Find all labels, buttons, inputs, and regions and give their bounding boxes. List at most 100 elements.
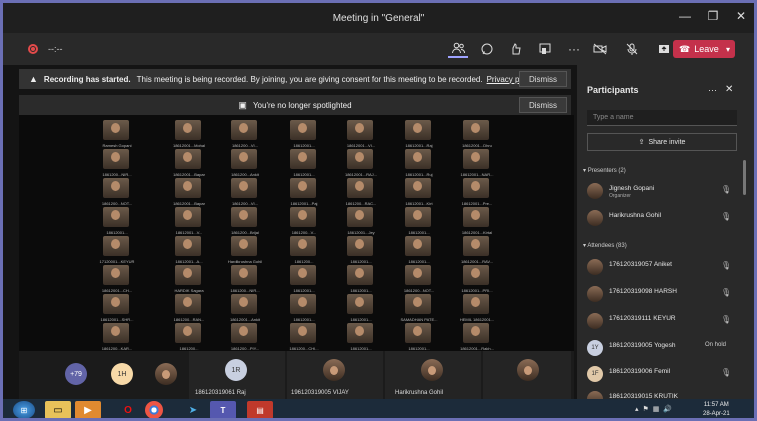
video-tile[interactable]: 1861200...Ankit xyxy=(219,148,271,177)
video-tile[interactable]: 18612001...Raj xyxy=(393,119,445,148)
video-tile[interactable]: 18612001... xyxy=(278,264,330,293)
pictures-icon[interactable]: ▤ xyxy=(247,401,273,418)
video-tile[interactable]: 18612001... xyxy=(278,119,330,148)
dismiss-spotlight-button[interactable]: Dismiss xyxy=(519,97,567,113)
participants-icon[interactable] xyxy=(448,40,468,58)
strip-tile-raj[interactable]: 1R 186120319061 Raj xyxy=(189,351,285,399)
video-tile[interactable]: 18612001...A... xyxy=(163,235,215,264)
video-tile[interactable]: 18612001...RAV... xyxy=(451,235,503,264)
system-tray[interactable]: ▴ ⚑ ▦ 🔊 xyxy=(635,405,672,413)
participant-search-input[interactable]: Type a name xyxy=(587,110,737,126)
video-tile[interactable]: 1861200... xyxy=(163,322,215,351)
participant-row[interactable]: 176120319098 HARSH 🎙 xyxy=(587,284,737,304)
video-tile[interactable]: 18612001...Ankit xyxy=(219,293,271,322)
video-tile[interactable]: 18612001...RAJ... xyxy=(335,148,387,177)
avatar-photo[interactable] xyxy=(155,363,177,385)
panel-close-icon[interactable]: ✕ xyxy=(725,84,733,95)
strip-tile-vijay[interactable]: 196120319005 VIJAY xyxy=(287,351,383,399)
video-tile[interactable]: 18612001...Paj xyxy=(278,177,330,206)
restore-button[interactable]: ❐ xyxy=(706,9,720,23)
system-clock[interactable]: 11:57 AM 28-Apr-21 xyxy=(703,401,730,418)
dismiss-recording-button[interactable]: Dismiss xyxy=(519,71,567,87)
video-tile[interactable]: 18612001... xyxy=(335,264,387,293)
reactions-icon[interactable] xyxy=(506,40,526,58)
presenters-section[interactable]: ▾ Presenters (2) xyxy=(583,167,626,174)
chat-icon[interactable] xyxy=(477,40,497,58)
video-tile[interactable]: 18612001... xyxy=(393,322,445,351)
close-window-button[interactable]: ✕ xyxy=(734,9,748,23)
video-tile[interactable]: 1861200...NIR... xyxy=(91,148,143,177)
strip-tile-harikrushna[interactable]: Harikrushna Gohil xyxy=(385,351,481,399)
volume-icon[interactable]: 🔊 xyxy=(663,405,672,413)
video-tile[interactable]: 18612001...CH... xyxy=(91,264,143,293)
tray-arrow-icon[interactable]: ▴ xyxy=(635,405,639,413)
rooms-icon[interactable] xyxy=(535,40,555,58)
opera-icon[interactable]: O xyxy=(115,401,141,418)
video-tile[interactable]: 18612001...VI... xyxy=(335,119,387,148)
camera-off-icon[interactable] xyxy=(590,40,610,58)
video-tile[interactable]: 18612001...Pre... xyxy=(451,177,503,206)
video-tile[interactable]: Hardikrushna Gohil xyxy=(219,235,271,264)
strip-tile-camera[interactable] xyxy=(483,351,571,399)
video-tile[interactable]: 18612001...Ruj xyxy=(393,148,445,177)
video-tile[interactable]: 1861200...KAR... xyxy=(91,322,143,351)
video-tile[interactable]: HARDIK Sagara xyxy=(163,264,215,293)
mic-off-icon[interactable] xyxy=(622,40,642,58)
participant-row[interactable]: 176120319057 Aniket 🎙 xyxy=(587,257,737,277)
participant-row[interactable]: Jignesh Gopani Organizer 🎙 xyxy=(587,181,737,201)
teams-icon[interactable]: T xyxy=(210,401,236,418)
panel-scrollbar[interactable] xyxy=(743,160,746,195)
video-tile[interactable]: 18612001... xyxy=(393,206,445,235)
participant-row[interactable]: 176120319111 KEYUR 🎙 xyxy=(587,311,737,331)
video-tile[interactable]: 18612001...Kirt xyxy=(393,177,445,206)
video-tile[interactable]: 1861200...PIY... xyxy=(219,322,271,351)
video-tile[interactable]: 18612001...NAR... xyxy=(451,148,503,177)
video-tile[interactable]: 1861200...CHI... xyxy=(278,322,330,351)
video-tile[interactable]: 1861200...Brijal xyxy=(219,206,271,235)
minimize-button[interactable]: — xyxy=(678,9,692,23)
share-screen-icon[interactable] xyxy=(654,40,674,58)
share-invite-button[interactable]: ⇪ Share invite xyxy=(587,133,737,151)
more-participants-badge[interactable]: +79 xyxy=(65,363,87,385)
video-tile[interactable]: 18612001... xyxy=(335,235,387,264)
video-tile[interactable]: 18612001...Kirtal xyxy=(451,206,503,235)
video-tile[interactable]: 18612001...PRI... xyxy=(451,264,503,293)
start-button[interactable]: ⊞ xyxy=(13,401,35,418)
video-tile[interactable]: 18612001... xyxy=(393,235,445,264)
video-tile[interactable]: 18612001... xyxy=(278,293,330,322)
more-actions-icon[interactable]: ··· xyxy=(564,40,584,58)
flag-icon[interactable]: ⚑ xyxy=(643,405,649,413)
file-explorer-icon[interactable]: ▭ xyxy=(45,401,71,418)
video-tile[interactable]: 18612001...Rakh... xyxy=(451,322,503,351)
video-tile[interactable]: 18612001... xyxy=(278,148,330,177)
video-tile[interactable]: 18612001...V... xyxy=(163,206,215,235)
attendees-section[interactable]: ▾ Attendees (83) xyxy=(583,242,627,249)
chrome-icon[interactable] xyxy=(145,401,163,418)
video-tile[interactable]: 1861200...RAN... xyxy=(163,293,215,322)
video-tile[interactable]: 18612001...Jey xyxy=(335,206,387,235)
leave-button[interactable]: ☎ Leave ▾ xyxy=(673,40,735,58)
video-tile[interactable]: 18612001... xyxy=(335,322,387,351)
video-tile[interactable]: 18612001...Dhru xyxy=(451,119,503,148)
video-tile[interactable]: 1861200...V... xyxy=(278,206,330,235)
participant-row[interactable]: 1Y 186120319005 Yogesh On hold xyxy=(587,338,737,358)
video-tile[interactable]: 18612001...Bapar xyxy=(163,148,215,177)
video-tile[interactable]: Ramesh Gopani xyxy=(91,119,143,148)
video-tile[interactable]: 18612001... xyxy=(335,293,387,322)
video-tile[interactable]: 1861200... xyxy=(278,235,330,264)
media-player-icon[interactable]: ▶ xyxy=(75,401,101,418)
participant-row[interactable]: 1F 186120319006 Femil 🎙 xyxy=(587,364,737,384)
video-tile[interactable]: 17120001...KEYUR xyxy=(91,235,143,264)
video-tile[interactable]: 18612001...Bapar xyxy=(163,177,215,206)
video-tile[interactable]: 18612001...Mohal xyxy=(163,119,215,148)
video-tile[interactable]: 1861200...NOT... xyxy=(91,177,143,206)
video-tile[interactable]: 1861200...RAC... xyxy=(335,177,387,206)
video-tile[interactable]: 1861200...NOT... xyxy=(393,264,445,293)
video-tile[interactable]: 18612001... xyxy=(91,206,143,235)
telegram-icon[interactable]: ➤ xyxy=(180,401,206,418)
video-tile[interactable]: HEMIL 18612001... xyxy=(451,293,503,322)
chevron-down-icon[interactable]: ▾ xyxy=(726,45,730,54)
participant-row[interactable]: Harikrushna Gohil 🎙 xyxy=(587,208,737,228)
network-icon[interactable]: ▦ xyxy=(653,405,660,413)
video-tile[interactable]: 1861200...VI... xyxy=(219,177,271,206)
